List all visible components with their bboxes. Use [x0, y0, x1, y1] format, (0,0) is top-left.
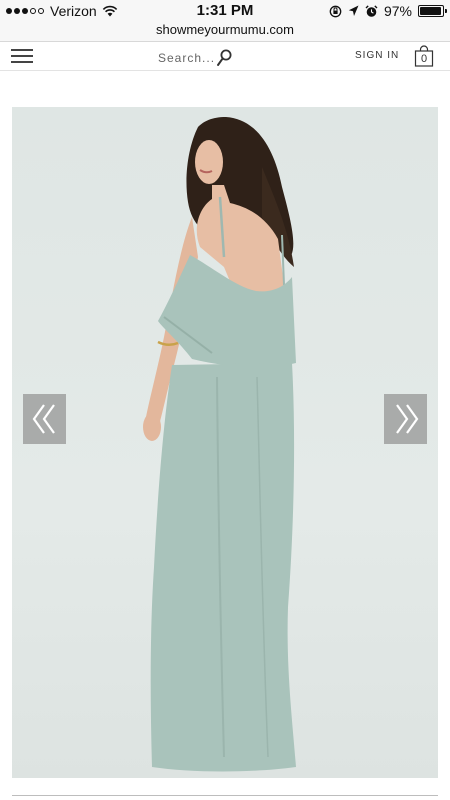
- orientation-lock-icon: [329, 5, 342, 17]
- cart-count: 0: [420, 53, 428, 65]
- next-image-button[interactable]: [384, 394, 427, 444]
- hamburger-icon[interactable]: [11, 49, 33, 65]
- sign-in-link[interactable]: SIGN IN: [355, 50, 399, 61]
- double-chevron-left-icon: [32, 404, 55, 434]
- browser-url-bar[interactable]: showmeyourmumu.com: [0, 22, 450, 42]
- battery-icon: [418, 5, 447, 17]
- search-input[interactable]: [158, 51, 214, 65]
- site-header: SIGN IN 0: [0, 43, 450, 71]
- location-arrow-icon: [348, 5, 359, 16]
- previous-image-button[interactable]: [23, 394, 66, 444]
- alarm-clock-icon: [365, 4, 378, 17]
- url-text: showmeyourmumu.com: [156, 22, 294, 37]
- product-image: [12, 107, 438, 778]
- search-icon[interactable]: [216, 49, 232, 67]
- section-divider: [12, 795, 438, 796]
- model-in-dress-illustration: [143, 117, 296, 772]
- status-right: 97%: [329, 3, 447, 19]
- double-chevron-right-icon: [395, 404, 418, 434]
- battery-percentage: 97%: [383, 3, 412, 19]
- shopping-bag-icon[interactable]: 0: [414, 45, 434, 67]
- search-bar: [158, 48, 238, 68]
- status-bar: Verizon 1:31 PM 97%: [0, 0, 450, 22]
